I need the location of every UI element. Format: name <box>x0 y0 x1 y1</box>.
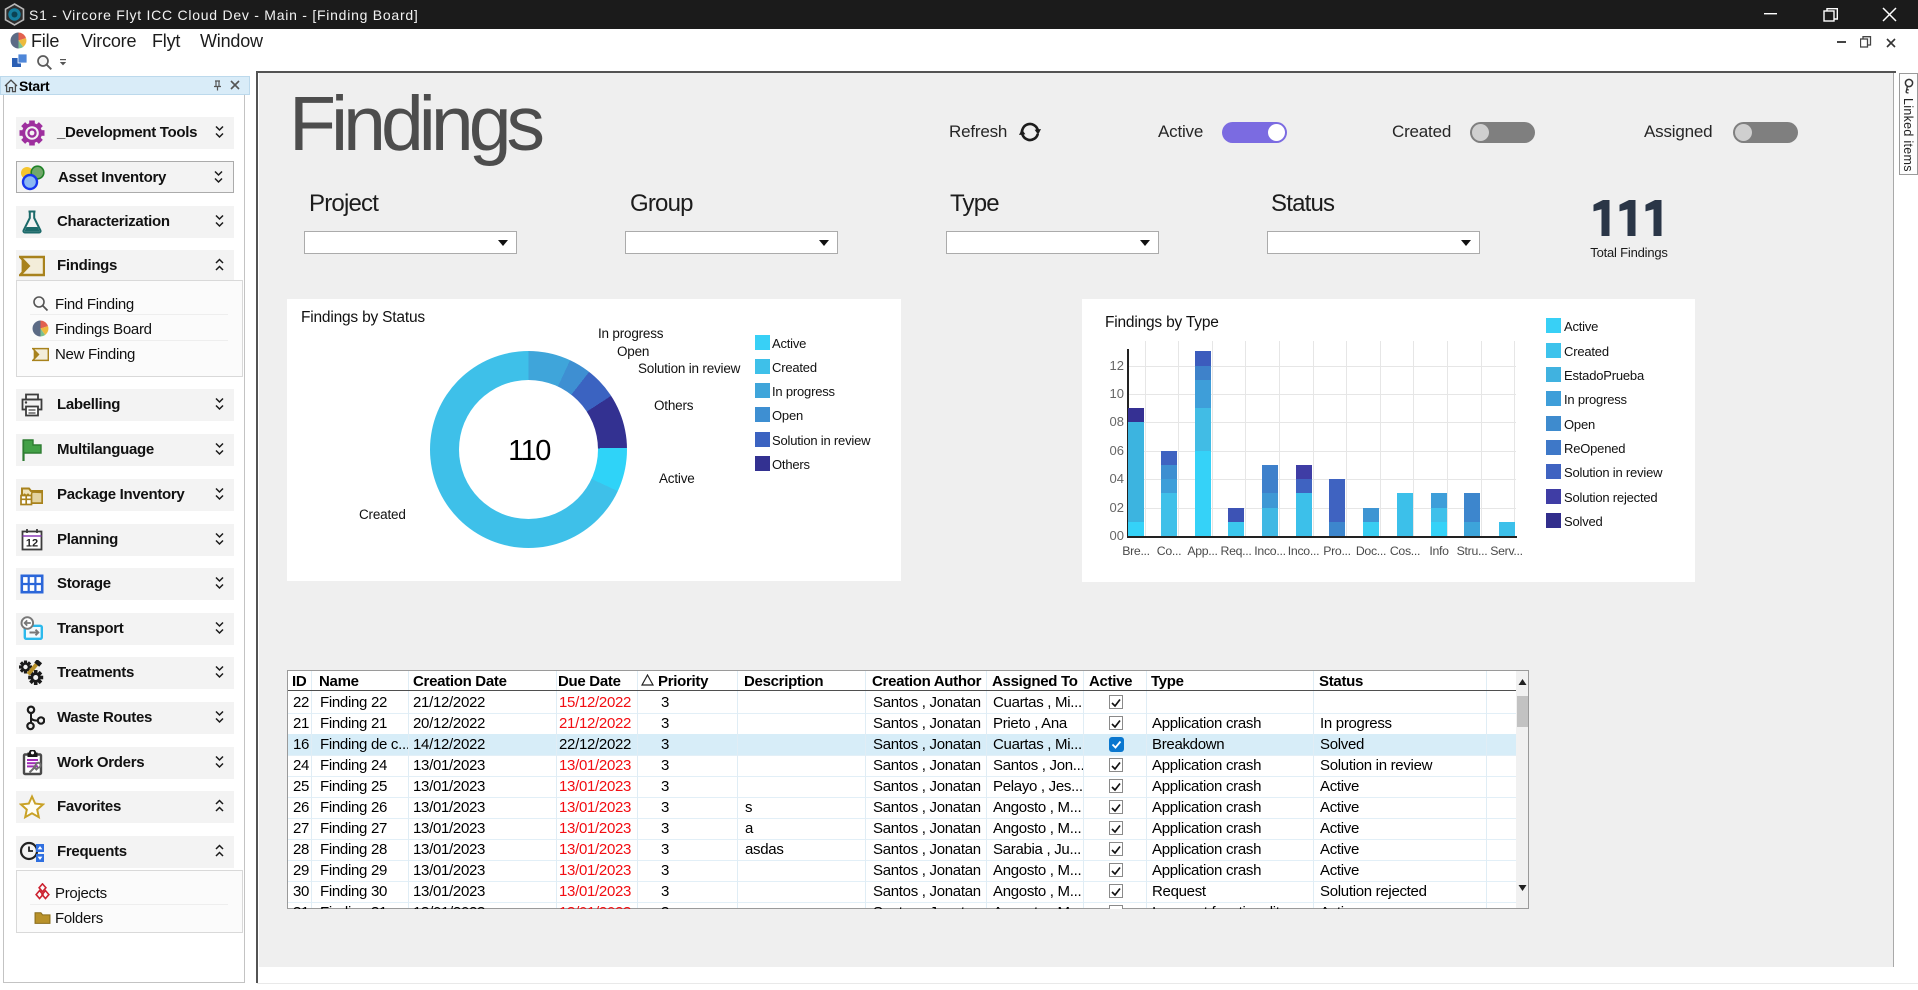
svg-text:12: 12 <box>26 537 38 549</box>
